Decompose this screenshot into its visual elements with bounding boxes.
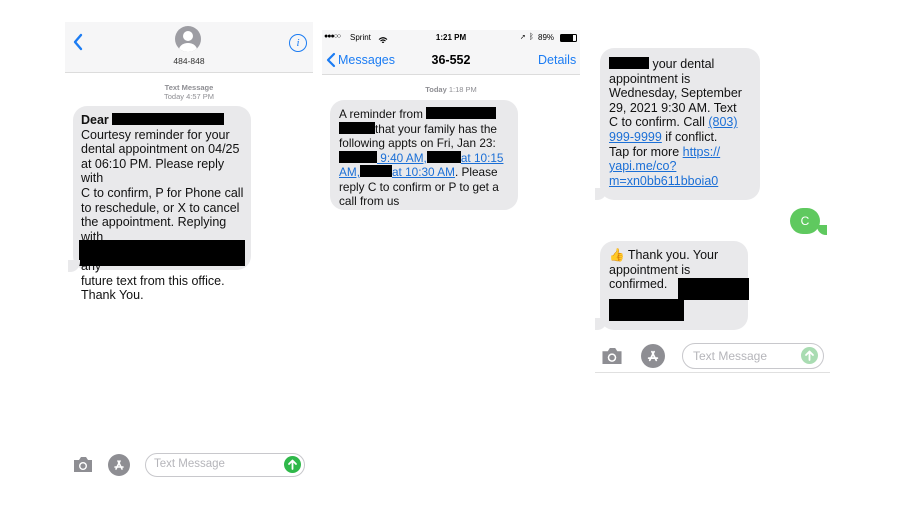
panel-1-conversation: 484-848 i Text Message Today 4:57 PM Dea… [65, 22, 313, 482]
redacted-block [426, 107, 497, 119]
message-line: Courtesy reminder for your [81, 127, 230, 142]
redacted-block [609, 57, 649, 69]
timestamp-day: Today [425, 85, 447, 94]
message-line: Thank you. Your [627, 248, 719, 262]
appointment-link[interactable]: at 10:30 AM [392, 165, 455, 179]
contact-number: 484-848 [173, 56, 205, 66]
url-link[interactable]: yapi.me/co? [609, 159, 761, 174]
redacted-block [79, 240, 245, 266]
message-line: Wednesday, September [609, 86, 742, 101]
message-line: following appts on Fri, Jan 23: [339, 136, 496, 150]
message-line: Thank You. [81, 288, 144, 303]
send-button[interactable] [801, 347, 818, 364]
message-line: call from us [339, 194, 400, 208]
message-line: 29, 2021 9:30 AM. Text [609, 100, 737, 115]
message-line: . Please [454, 165, 498, 179]
message-type-label: Text Message [164, 83, 214, 92]
message-line: that your family has the [375, 121, 497, 136]
sent-message-bubble: C [790, 208, 820, 234]
sent-message-text: C [800, 214, 810, 228]
message-line: C to confirm, P for Phone call [81, 185, 244, 200]
received-message-bubble: A reminder from that your family has the… [330, 100, 518, 210]
url-link[interactable]: https:// [683, 145, 721, 159]
bubble-tail [595, 318, 607, 330]
message-line: to reschedule, or X to cancel [81, 200, 240, 215]
back-chevron-icon[interactable] [71, 32, 85, 52]
message-line: appointment is [609, 71, 691, 86]
send-button[interactable] [284, 456, 301, 473]
received-message-bubble: Dear Courtesy reminder for your dental a… [73, 106, 251, 302]
bubble-tail [68, 260, 80, 272]
battery-percent: 89% [538, 33, 555, 42]
camera-icon[interactable] [600, 347, 624, 365]
battery-icon [560, 34, 577, 42]
redacted-block [339, 121, 375, 134]
url-link[interactable]: m=xn0bb611bboia0 [609, 174, 761, 189]
message-input[interactable]: Text Message [145, 453, 305, 477]
app-store-icon[interactable] [641, 344, 665, 368]
message-line: if conflict. [661, 129, 718, 144]
redacted-block [609, 299, 684, 321]
phone-link[interactable]: (803) [708, 115, 737, 129]
bluetooth-icon: ᛒ [529, 32, 534, 41]
message-timestamp: Today 4:57 PM [163, 92, 215, 101]
message-line: C to confirm. Call [609, 115, 709, 130]
timestamp-time: 1:18 PM [448, 85, 477, 94]
redacted-block [359, 165, 392, 177]
message-line: at 06:10 PM. Please reply with [81, 156, 225, 186]
redacted-block [339, 150, 377, 163]
redacted-block [112, 113, 225, 125]
input-placeholder: Text Message [154, 458, 225, 470]
phone-link[interactable]: 999-9999 [609, 130, 662, 144]
bubble-tail [595, 188, 607, 200]
app-store-icon[interactable] [108, 454, 130, 476]
redacted-block [678, 278, 749, 300]
contact-avatar[interactable] [175, 26, 201, 52]
message-line: Dear [81, 113, 109, 127]
message-line: Tap for more [609, 144, 683, 159]
message-line: appointment is [609, 262, 691, 277]
message-line: A reminder from [339, 107, 423, 121]
panel-3-conversation: your dental appointment is Wednesday, Se… [595, 45, 835, 375]
panel-2-conversation: ●●●○○ Sprint 1:21 PM ➚ ᛒ 89% Messages 36… [322, 30, 580, 220]
message-line: reply C to confirm or P to get a [339, 179, 499, 194]
details-button[interactable]: Details [538, 53, 576, 67]
appointment-link[interactable]: at 10:15 [461, 151, 504, 165]
thumbs-up-icon: 👍 [609, 248, 625, 262]
appointment-link[interactable]: AM, [339, 165, 360, 179]
info-icon[interactable]: i [289, 34, 307, 52]
input-placeholder: Text Message [693, 349, 768, 363]
camera-icon[interactable] [72, 456, 94, 473]
bottom-divider [595, 372, 830, 373]
message-line: dental appointment on 04/25 [81, 142, 240, 157]
received-message-bubble: 👍 Thank you. Your appointment is confirm… [600, 241, 749, 330]
redacted-block [426, 150, 461, 163]
message-input[interactable]: Text Message [682, 343, 824, 369]
location-icon: ➚ [520, 34, 526, 41]
received-message-bubble: your dental appointment is Wednesday, Se… [600, 48, 760, 200]
appointment-link[interactable]: 9:40 AM, [377, 151, 427, 165]
message-line: future text from this office. [81, 273, 225, 288]
message-line: your dental [652, 57, 715, 71]
message-timestamp: Today 1:18 PM [322, 85, 580, 94]
